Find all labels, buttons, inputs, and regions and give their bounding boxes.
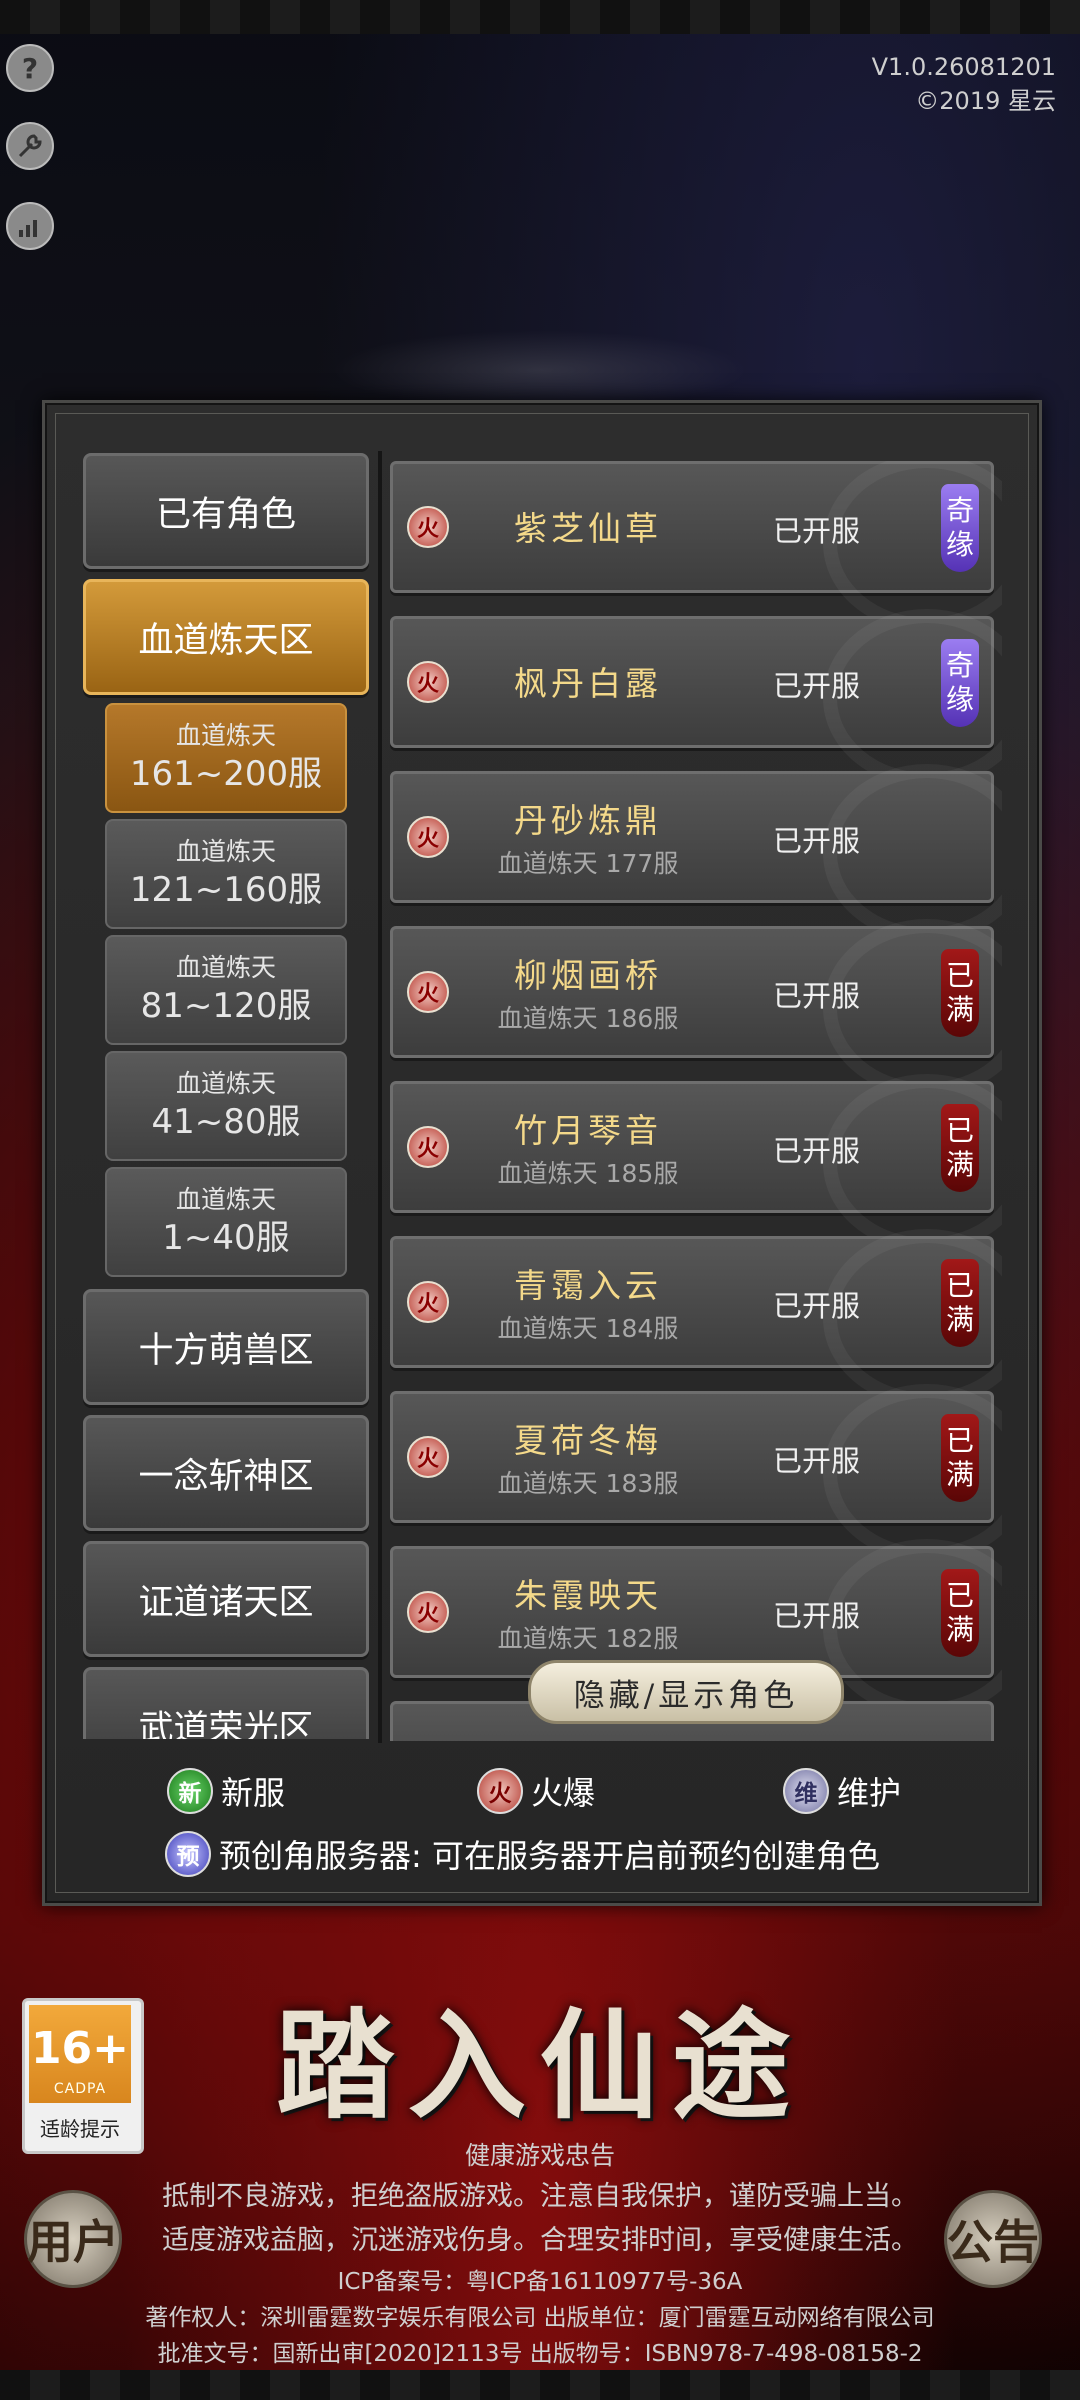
server-name: 朱霞映天 [514, 1576, 662, 1615]
title-glow [330, 330, 750, 410]
hot-fire-icon: 火 [407, 506, 449, 548]
subzone-41-80[interactable]: 血道炼天 41~80服 [105, 1051, 347, 1161]
server-subtitle: 血道炼天 185服 [497, 1159, 679, 1188]
help-icon[interactable]: ? [6, 44, 54, 92]
health-notice-title: 健康游戏忠告 [464, 2141, 615, 2170]
server-row[interactable]: 火 青霭入云 血道炼天 184服 已开服 已满 [390, 1229, 1002, 1407]
zone-xuedao[interactable]: 血道炼天区 [83, 579, 369, 695]
icp-record[interactable]: ICP备案号：粤ICP备16110977号-36A [0, 2262, 1080, 2296]
server-subtitle: 血道炼天 184服 [497, 1314, 679, 1343]
full-tag: 已满 [941, 1569, 979, 1657]
zone-shifang[interactable]: 十方萌兽区 [83, 1289, 369, 1405]
server-status: 已开服 [773, 1289, 861, 1323]
server-subtitle: 血道炼天 182服 [497, 1624, 679, 1653]
server-status: 已开服 [773, 979, 861, 1013]
copyright-text: ©2019 星云 [915, 87, 1056, 115]
server-row[interactable]: 火 朱霞映天 血道炼天 182服 已开服 已满 [390, 1539, 1002, 1717]
legend-new: 新 新服 [167, 1768, 285, 1814]
server-status: 已开服 [773, 1444, 861, 1478]
server-row[interactable]: 火 枫丹白露 已开服 奇缘 [390, 609, 1002, 787]
version-text: V1.0.26081201 [871, 53, 1056, 81]
top-frame [0, 0, 1080, 34]
server-status: 已开服 [773, 1599, 861, 1633]
server-subtitle: 血道炼天 186服 [497, 1004, 679, 1033]
subzone-1-40[interactable]: 血道炼天 1~40服 [105, 1167, 347, 1277]
new-server-icon: 新 [167, 1768, 213, 1814]
health-notice-line1: 抵制不良游戏，拒绝盗版游戏。注意自我保护，谨防受骗上当。 [162, 2181, 918, 2212]
full-tag: 已满 [941, 1414, 979, 1502]
announcement-button[interactable]: 公告 [944, 2190, 1042, 2288]
server-status: 已开服 [773, 514, 861, 548]
subzone-81-120[interactable]: 血道炼天 81~120服 [105, 935, 347, 1045]
panel-divider [378, 451, 382, 1743]
server-name: 丹砂炼鼎 [514, 801, 662, 840]
server-row[interactable]: 火 夏荷冬梅 血道炼天 183服 已开服 已满 [390, 1384, 1002, 1562]
hot-fire-icon: 火 [407, 1126, 449, 1168]
qiyuan-tag: 奇缘 [941, 639, 979, 727]
legend-hot: 火 火爆 [477, 1768, 595, 1814]
version-info: V1.0.26081201 ©2019 星云 [872, 50, 1056, 118]
subzone-121-160[interactable]: 血道炼天 121~160服 [105, 819, 347, 929]
qiyuan-tag: 奇缘 [941, 484, 979, 572]
server-status: 已开服 [773, 669, 861, 703]
zone-wudao[interactable]: 武道荣光区 [83, 1667, 369, 1739]
zone-sidebar[interactable]: 已有角色 血道炼天区 血道炼天 161~200服 血道炼天 121~160服 血… [83, 453, 373, 1739]
bottom-frame [0, 2370, 1080, 2400]
hot-fire-icon: 火 [407, 661, 449, 703]
approval-info: 批准文号：国新出审[2020]2113号 出版物号：ISBN978-7-498-… [157, 2341, 923, 2367]
user-button[interactable]: 用户 [24, 2190, 122, 2288]
age-rating-badge[interactable]: 16+ CADPA 适龄提示 [22, 1998, 144, 2154]
server-status: 已开服 [773, 1134, 861, 1168]
server-row[interactable]: 火 紫芝仙草 已开服 奇缘 [390, 461, 1002, 632]
cadpa-label: CADPA [53, 2081, 107, 2097]
server-name: 青霭入云 [514, 1266, 662, 1305]
hot-fire-icon: 火 [407, 1436, 449, 1478]
repair-icon[interactable] [6, 122, 54, 170]
health-notice-line2: 适度游戏益脑，沉迷游戏伤身。合理安排时间，享受健康生活。 [162, 2225, 918, 2256]
publisher-info: 著作权人：深圳雷霆数字娱乐有限公司 出版单位：厦门雷霆互动网络有限公司 [145, 2305, 935, 2331]
subzone-161-200[interactable]: 血道炼天 161~200服 [105, 703, 347, 813]
hot-fire-icon: 火 [407, 1591, 449, 1633]
server-name: 枫丹白露 [514, 664, 662, 703]
server-subtitle: 血道炼天 177服 [497, 849, 679, 878]
precreate-icon: 预 [165, 1831, 211, 1877]
zone-zhengdao[interactable]: 证道诸天区 [83, 1541, 369, 1657]
hot-fire-icon: 火 [407, 971, 449, 1013]
server-name: 夏荷冬梅 [514, 1421, 662, 1460]
hot-fire-icon: 火 [407, 1281, 449, 1323]
server-subtitle: 血道炼天 183服 [497, 1469, 679, 1498]
zone-my-roles[interactable]: 已有角色 [83, 453, 369, 569]
server-row[interactable]: 火 柳烟画桥 血道炼天 186服 已开服 已满 [390, 919, 1002, 1097]
hot-fire-icon: 火 [407, 816, 449, 858]
full-tag: 已满 [941, 1259, 979, 1347]
hot-server-icon: 火 [477, 1768, 523, 1814]
network-signal-icon[interactable] [6, 202, 54, 250]
server-status: 已开服 [773, 824, 861, 858]
zone-yinian[interactable]: 一念斩神区 [83, 1415, 369, 1531]
server-row[interactable]: 火 丹砂炼鼎 血道炼天 177服 已开服 [390, 764, 1002, 942]
maintenance-icon: 维 [783, 1768, 829, 1814]
full-tag: 已满 [941, 949, 979, 1037]
server-name: 竹月琴音 [514, 1111, 662, 1150]
server-name: 柳烟画桥 [514, 956, 662, 995]
toggle-roles-button[interactable]: 隐藏/显示角色 [528, 1660, 844, 1724]
server-name: 紫芝仙草 [514, 509, 662, 548]
full-tag: 已满 [941, 1104, 979, 1192]
enter-game-button[interactable]: 踏入仙途 [270, 1970, 810, 2135]
server-row[interactable]: 火 竹月琴音 血道炼天 185服 已开服 已满 [390, 1074, 1002, 1252]
legend-precreate: 预 预创角服务器: 可在服务器开启前预约创建角色 [165, 1831, 880, 1877]
server-list[interactable]: 火 紫芝仙草 已开服 奇缘 火 枫丹白露 已开服 奇缘 火 丹砂炼鼎 血道炼天 … [390, 461, 1002, 1741]
legend-maintenance: 维 维护 [783, 1768, 901, 1814]
